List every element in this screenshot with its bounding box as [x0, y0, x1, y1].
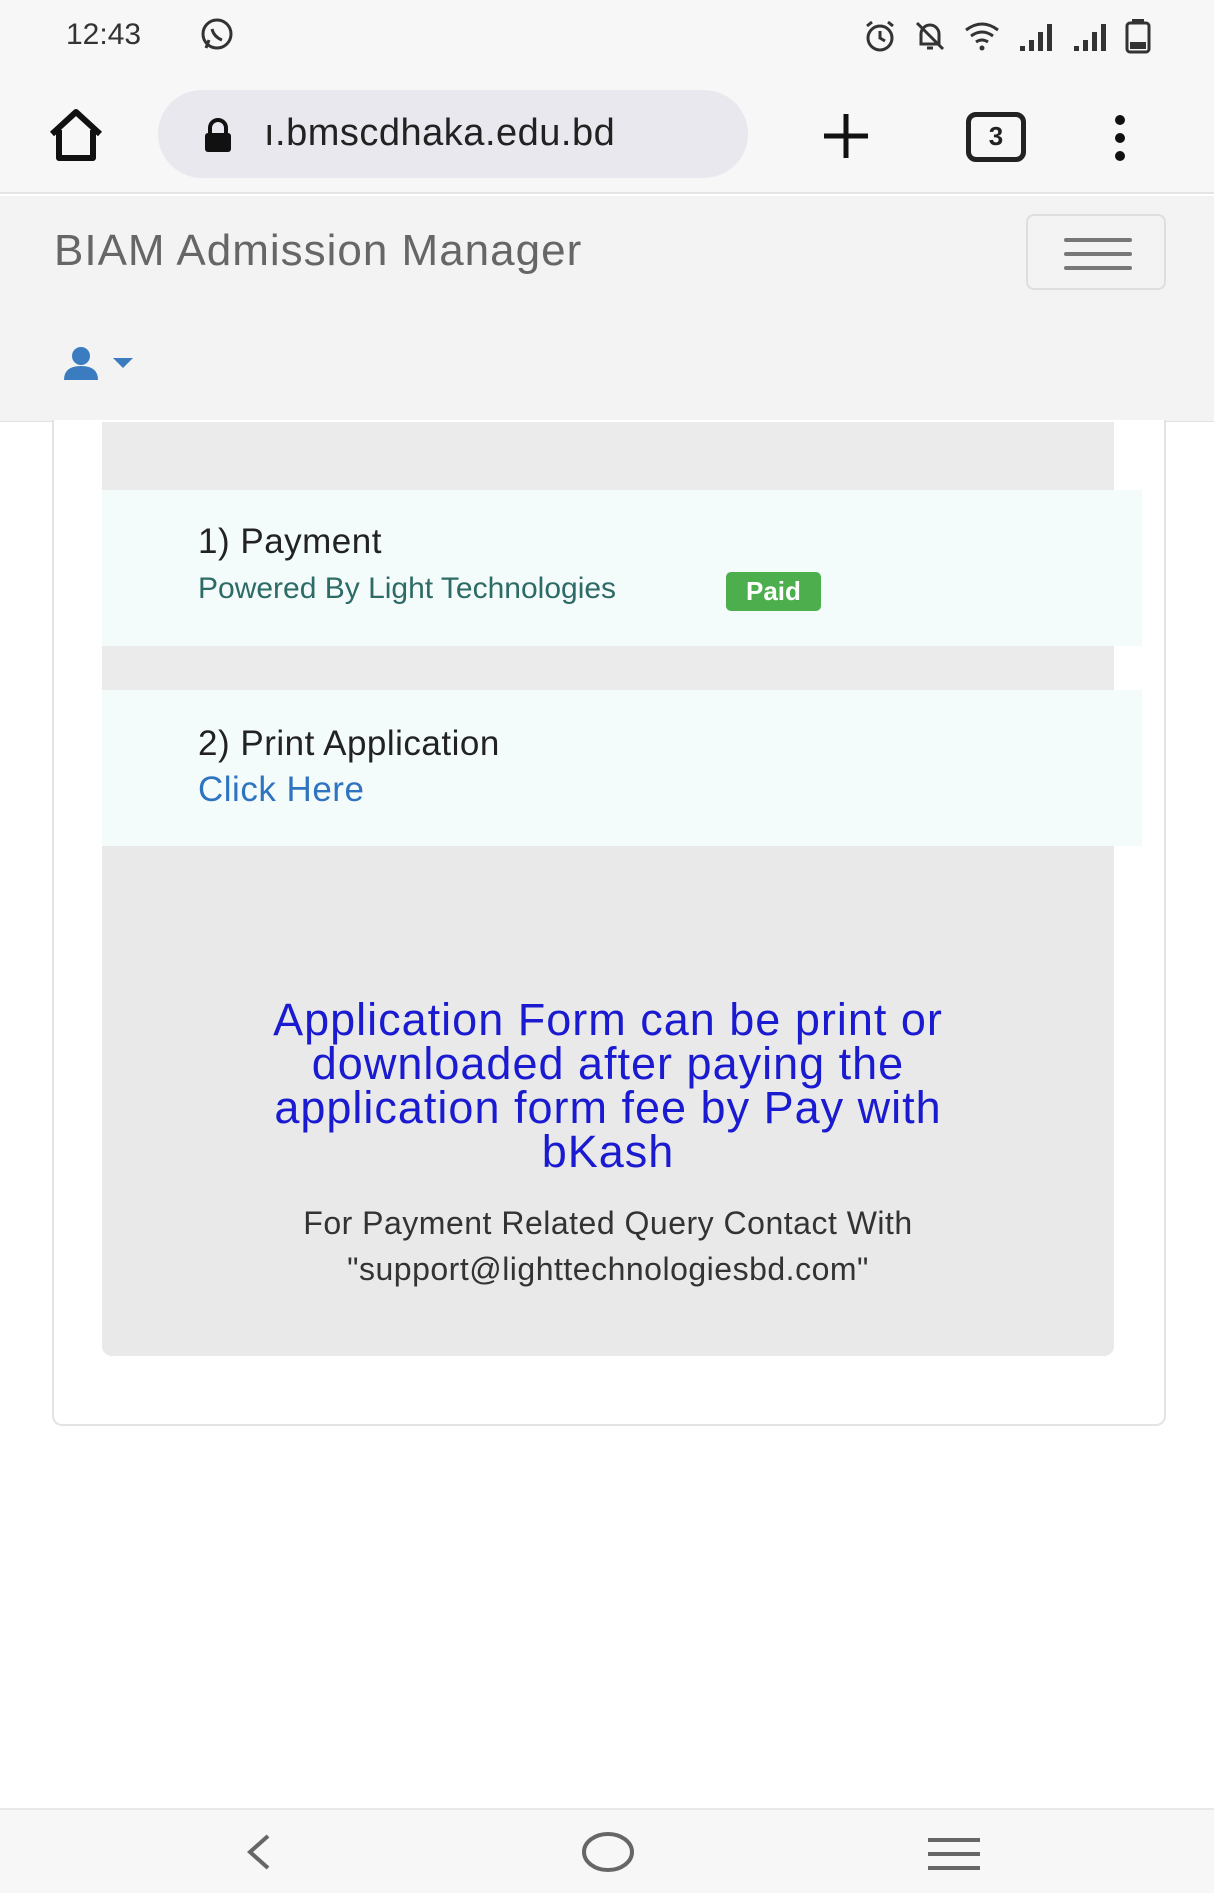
notice-line: downloaded after paying the: [311, 1038, 905, 1089]
lock-icon: [202, 118, 234, 159]
browser-toolbar: ı.bmscdhaka.edu.bd 3: [0, 72, 1214, 194]
home-icon[interactable]: [46, 108, 116, 168]
signal-icon: [1074, 24, 1106, 51]
whatsapp-icon: [198, 16, 236, 59]
wifi-icon: [965, 22, 999, 51]
step-payment-title: 1) Payment: [198, 522, 382, 561]
notice-message: Application Form can be print or downloa…: [142, 994, 1074, 1177]
alarm-icon: [866, 20, 894, 52]
status-icons: [862, 18, 1152, 54]
recent-apps-icon[interactable]: [926, 1836, 982, 1877]
navbar-toggle-button[interactable]: [1026, 214, 1166, 290]
notice-line: bKash: [541, 1126, 675, 1177]
step-print-title: 2) Print Application: [198, 724, 500, 763]
battery-icon: [1125, 19, 1151, 54]
brand-title[interactable]: BIAM Admission Manager: [54, 226, 582, 276]
user-dropdown[interactable]: [62, 346, 134, 380]
support-contact: For Payment Related Query Contact With "…: [142, 1200, 1074, 1292]
step-print-application: 2) Print Application Click Here: [102, 690, 1142, 846]
signal-icon: [1020, 24, 1052, 51]
powered-by-text: Powered By Light Technologies: [198, 572, 617, 605]
caret-down-icon: [113, 358, 133, 368]
print-application-link[interactable]: Click Here: [198, 770, 364, 810]
payment-notice: Application Form can be print or downloa…: [102, 846, 1114, 1356]
tab-switcher-button[interactable]: 3: [966, 112, 1026, 162]
user-icon: [64, 347, 98, 380]
system-navigation-bar: [0, 1808, 1214, 1893]
back-icon[interactable]: [240, 1832, 280, 1877]
status-bar: 12:43: [0, 0, 1214, 72]
app-navbar: BIAM Admission Manager: [0, 196, 1214, 422]
step-divider-band: [102, 646, 1114, 690]
more-menu-icon[interactable]: [1110, 110, 1140, 170]
home-circle-icon[interactable]: [580, 1830, 636, 1879]
support-email: "support@lighttechnologiesbd.com": [347, 1251, 869, 1287]
status-badge: Paid: [726, 572, 821, 611]
address-bar[interactable]: ı.bmscdhaka.edu.bd: [158, 90, 748, 178]
notice-line: application form fee by Pay with: [274, 1082, 942, 1133]
step-payment: 1) Payment Powered By Light Technologies…: [102, 490, 1142, 646]
status-time: 12:43: [66, 18, 142, 51]
new-tab-icon[interactable]: [818, 108, 878, 168]
mute-icon: [915, 21, 945, 51]
notice-line: Application Form can be print or: [273, 994, 943, 1045]
support-contact-line: For Payment Related Query Contact With: [303, 1205, 913, 1241]
url-text: ı.bmscdhaka.edu.bd: [264, 112, 616, 154]
card-header-band: [102, 422, 1114, 490]
